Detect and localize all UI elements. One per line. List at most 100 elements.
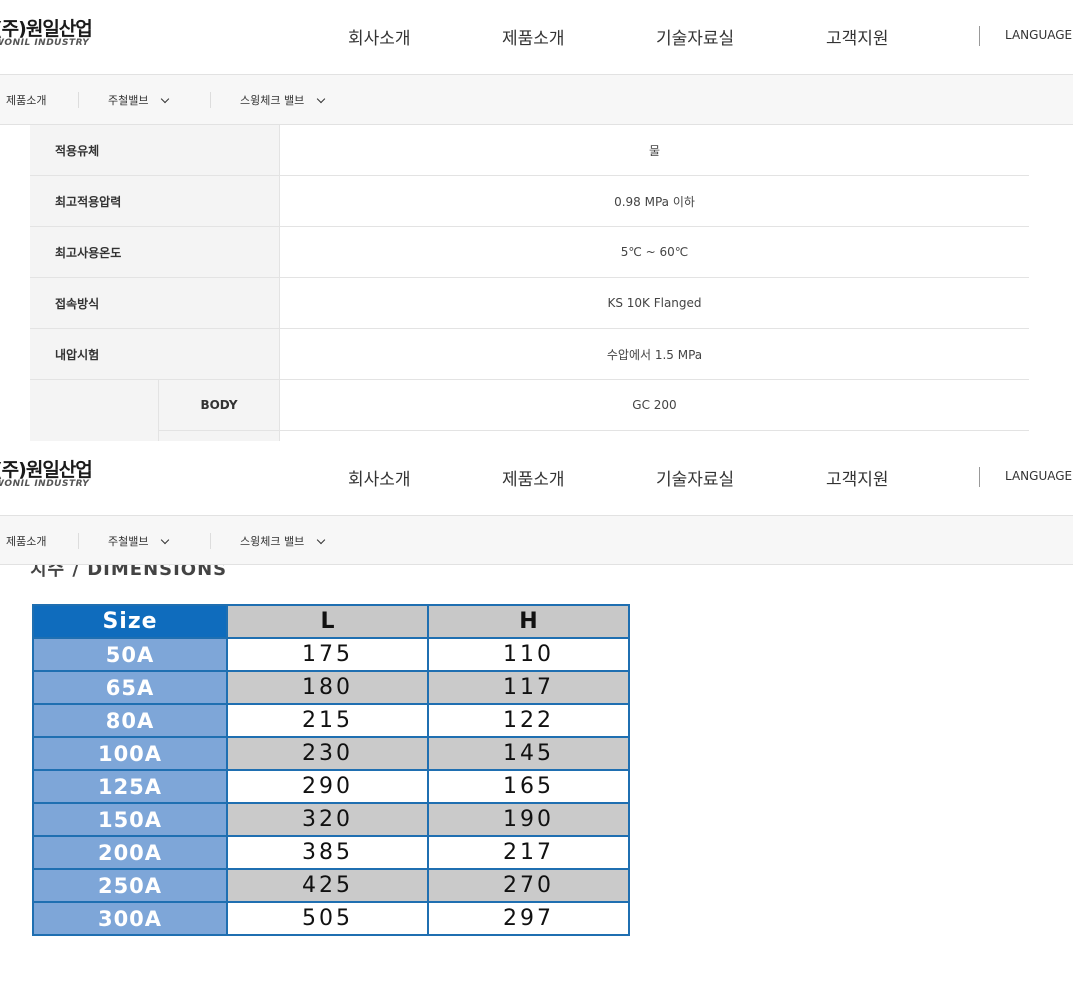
breadcrumb-cast-iron-valve-label: 주철밸브 (108, 94, 149, 107)
material-sublabel-empty (158, 430, 280, 441)
spec-label: 최고적용압력 (30, 175, 280, 227)
size-cell: 80A (32, 703, 228, 738)
spec-value: 수압에서 1.5 MPa (279, 328, 1029, 380)
breadcrumb-divider (78, 533, 79, 549)
size-cell: 150A (32, 802, 228, 837)
spec-row: 재질 BODY GC 200 (30, 379, 1029, 441)
spec-row: 적용유체 물 (30, 125, 1029, 176)
table-row: 80A 215 122 (32, 703, 630, 738)
size-cell: 250A (32, 868, 228, 903)
breadcrumb: 제품소개 주철밸브 스윙체크 밸브 (0, 75, 1073, 125)
breadcrumb: 제품소개 주철밸브 스윙체크 밸브 (0, 516, 1073, 565)
l-header: L (226, 604, 429, 639)
logo-text: (주)원일산업 (0, 459, 93, 481)
h-cell: 297 (427, 901, 630, 936)
dimensions-header-row: Size L H (32, 604, 630, 639)
table-row: 200A 385 217 (32, 835, 630, 870)
size-cell: 300A (32, 901, 228, 936)
table-row: 150A 320 190 (32, 802, 630, 837)
table-row: 250A 425 270 (32, 868, 630, 903)
l-cell: 385 (226, 835, 429, 870)
table-row: 50A 175 110 (32, 637, 630, 672)
h-cell: 117 (427, 670, 630, 705)
dimensions-screen: 치수 / DIMENSIONS (주)원일산업 WONIL INDUSTRY 회… (0, 441, 1073, 1004)
nav-company[interactable]: 회사소개 (348, 24, 411, 49)
l-cell: 290 (226, 769, 429, 804)
nav-divider (979, 467, 980, 487)
logo[interactable]: (주)원일산업 WONIL INDUSTRY (0, 459, 93, 489)
nav-products[interactable]: 제품소개 (502, 24, 565, 49)
spec-label: 적용유체 (30, 125, 280, 176)
size-cell: 100A (32, 736, 228, 771)
breadcrumb-cast-iron-valve[interactable]: 주철밸브 (108, 533, 170, 549)
spec-row: 최고적용압력 0.98 MPa 이하 (30, 175, 1029, 227)
breadcrumb-swing-check-valve[interactable]: 스윙체크 밸브 (240, 92, 326, 108)
spec-row (30, 430, 1029, 441)
logo[interactable]: (주)원일산업 WONIL INDUSTRY (0, 18, 93, 48)
spec-value: 5℃ ~ 60℃ (279, 226, 1029, 278)
material-sublabel: BODY (158, 379, 280, 431)
nav-divider (979, 26, 980, 46)
language-button[interactable]: LANGUAGE (1005, 28, 1072, 42)
size-cell: 125A (32, 769, 228, 804)
spec-screen: (주)원일산업 WONIL INDUSTRY 회사소개 제품소개 기술자료실 고… (0, 0, 1073, 441)
chevron-down-icon (316, 535, 326, 545)
h-cell: 122 (427, 703, 630, 738)
chevron-down-icon (316, 94, 326, 104)
l-cell: 230 (226, 736, 429, 771)
l-cell: 425 (226, 868, 429, 903)
dimensions-table: Size L H 50A 175 110 65A 180 117 80A 215 122 1… (32, 604, 630, 936)
breadcrumb-divider (210, 92, 211, 108)
size-header: Size (32, 604, 228, 639)
logo-subtext: WONIL INDUSTRY (0, 38, 90, 48)
l-cell: 175 (226, 637, 429, 672)
l-cell: 320 (226, 802, 429, 837)
l-cell: 215 (226, 703, 429, 738)
language-button[interactable]: LANGUAGE (1005, 469, 1072, 483)
spec-label: 최고사용온도 (30, 226, 280, 278)
table-row: 65A 180 117 (32, 670, 630, 705)
chevron-down-icon (161, 94, 170, 104)
h-cell: 165 (427, 769, 630, 804)
spec-value: KS 10K Flanged (279, 277, 1029, 329)
spec-table: 적용유체 물 최고적용압력 0.98 MPa 이하 최고사용온도 5℃ ~ 60… (30, 125, 1029, 441)
spec-row: 최고사용온도 5℃ ~ 60℃ (30, 226, 1029, 278)
breadcrumb-cast-iron-valve[interactable]: 주철밸브 (108, 92, 170, 108)
nav-support[interactable]: 고객지원 (826, 24, 889, 49)
site-header: (주)원일산업 WONIL INDUSTRY 회사소개 제품소개 기술자료실 고… (0, 441, 1073, 516)
h-cell: 190 (427, 802, 630, 837)
breadcrumb-divider (78, 92, 79, 108)
chevron-down-icon (161, 535, 170, 545)
breadcrumb-cast-iron-valve-label: 주철밸브 (108, 535, 149, 548)
l-cell: 180 (226, 670, 429, 705)
h-cell: 145 (427, 736, 630, 771)
spec-label: 내압시험 (30, 328, 280, 380)
nav-tech-data[interactable]: 기술자료실 (656, 465, 734, 490)
material-value-empty (279, 430, 1029, 441)
spec-row: 접속방식 KS 10K Flanged (30, 277, 1029, 329)
spec-row: 내압시험 수압에서 1.5 MPa (30, 328, 1029, 380)
h-header: H (427, 604, 630, 639)
spec-value: 물 (279, 125, 1029, 176)
nav-company[interactable]: 회사소개 (348, 465, 411, 490)
h-cell: 217 (427, 835, 630, 870)
l-cell: 505 (226, 901, 429, 936)
logo-text: (주)원일산업 (0, 18, 93, 40)
spec-value: 0.98 MPa 이하 (279, 175, 1029, 227)
size-cell: 65A (32, 670, 228, 705)
logo-subtext: WONIL INDUSTRY (0, 479, 90, 489)
spec-label: 접속방식 (30, 277, 280, 329)
nav-tech-data[interactable]: 기술자료실 (656, 24, 734, 49)
nav-support[interactable]: 고객지원 (826, 465, 889, 490)
breadcrumb-swing-check-valve[interactable]: 스윙체크 밸브 (240, 533, 326, 549)
breadcrumb-swing-check-valve-label: 스윙체크 밸브 (240, 94, 305, 107)
h-cell: 110 (427, 637, 630, 672)
breadcrumb-products[interactable]: 제품소개 (6, 92, 46, 108)
breadcrumb-products[interactable]: 제품소개 (6, 533, 46, 549)
nav-products[interactable]: 제품소개 (502, 465, 565, 490)
site-header: (주)원일산업 WONIL INDUSTRY 회사소개 제품소개 기술자료실 고… (0, 0, 1073, 75)
breadcrumb-swing-check-valve-label: 스윙체크 밸브 (240, 535, 305, 548)
table-row: 100A 230 145 (32, 736, 630, 771)
table-row: 125A 290 165 (32, 769, 630, 804)
material-value: GC 200 (279, 379, 1029, 431)
